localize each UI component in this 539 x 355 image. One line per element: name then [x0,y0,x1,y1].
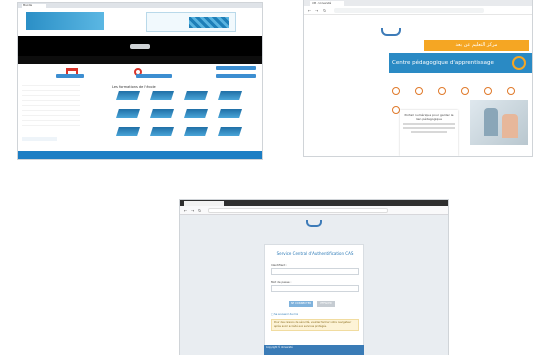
logo-mark-icon [306,220,322,227]
calendar-widget [22,127,62,159]
username-label: Identifiant : [271,263,288,267]
service-icon[interactable] [392,87,400,95]
tab-title: Moodle [23,4,33,7]
text-line [403,123,455,125]
hero-banner: Centre pédagogique d'apprentissage [389,53,532,73]
remember-me-checkbox[interactable]: □ Se souvenir de moi [271,313,298,316]
site-banner [18,8,262,36]
page-footer [18,151,262,159]
logo-mark-icon [381,28,401,36]
arabic-heading: مركز التعليم عن بعد [424,40,529,51]
back-arrow-icon[interactable]: ← [308,8,311,13]
course-card[interactable] [148,109,176,123]
ring-icon [512,56,526,70]
quick-link-button-3[interactable] [216,66,256,70]
screenshot-login-page: ← → ↻ Service Central d'Authentification… [180,200,448,355]
sidebar-item[interactable] [22,121,80,126]
password-input[interactable] [271,285,359,292]
course-card[interactable] [182,91,210,105]
quick-link-button-2[interactable] [136,74,172,78]
back-arrow-icon[interactable]: ← [184,208,187,213]
footer-text: Copyright © Université [266,346,293,349]
logo-graphic [189,17,229,28]
dark-strip [18,56,262,64]
course-card[interactable] [114,91,142,105]
address-bar: ← → ↻ [180,206,448,215]
hero-text: Centre pédagogique d'apprentissage [392,60,494,66]
university-logo [296,220,332,240]
course-card[interactable] [216,109,244,123]
service-icon[interactable] [415,87,424,95]
top-navigation [414,18,526,23]
course-card[interactable] [148,127,176,141]
reload-icon[interactable]: ↻ [198,208,201,213]
tab-title: UM - Université [312,2,332,5]
course-card[interactable] [216,91,244,105]
text-line [410,131,448,133]
remember-label: Se souvenir de moi [274,313,299,316]
course-card[interactable] [182,109,210,123]
url-field[interactable] [208,208,388,213]
service-icon[interactable] [507,87,516,95]
university-logo[interactable] [374,28,408,50]
clear-button[interactable]: EFFACER [317,301,335,307]
quick-link-button-1[interactable] [56,74,84,78]
video-player[interactable] [18,36,262,56]
screenshot-university-site: UM - Université ← → ↻ مركز التعليم عن بع… [304,0,532,156]
person-figure [502,114,518,138]
banner-title-box [26,12,104,30]
login-button[interactable]: SE CONNECTER [289,301,313,307]
course-card[interactable] [182,127,210,141]
url-field[interactable] [334,8,484,13]
login-panel: Service Central d'Authentification CAS I… [264,244,364,350]
service-icons-row [392,80,530,114]
info-card[interactable]: Portail numérique pour garder le lien pé… [400,110,458,156]
password-label: Mot de passe : [271,280,292,284]
video-controls[interactable] [130,44,150,49]
course-card[interactable] [114,127,142,141]
service-icon[interactable] [438,87,447,95]
service-icon[interactable] [392,106,400,114]
people-photo [470,100,528,145]
login-footer: Copyright © Université [264,345,364,355]
reload-icon[interactable]: ↻ [323,8,326,13]
card-title: Portail numérique pour garder le lien pé… [404,113,454,121]
course-card[interactable] [216,127,244,141]
banner-logo [146,12,236,32]
screenshot-moodle-portal: Moodle Les formations de l'école [18,3,262,159]
quick-link-button-4[interactable] [216,74,256,78]
forward-arrow-icon[interactable]: → [315,8,318,13]
service-icon[interactable] [484,87,493,95]
username-input[interactable] [271,268,359,275]
address-bar: ← → ↻ [304,6,532,15]
login-title: Service Central d'Authentification CAS [276,251,354,256]
person-figure [484,108,498,136]
security-note: Pour des raisons de sécurité, veuillez f… [271,319,359,331]
course-card[interactable] [148,91,176,105]
service-icon[interactable] [461,87,470,95]
forward-arrow-icon[interactable]: → [191,208,194,213]
course-grid-title: Les formations de l'école [112,85,156,89]
text-line [403,127,455,129]
course-card[interactable] [114,109,142,123]
